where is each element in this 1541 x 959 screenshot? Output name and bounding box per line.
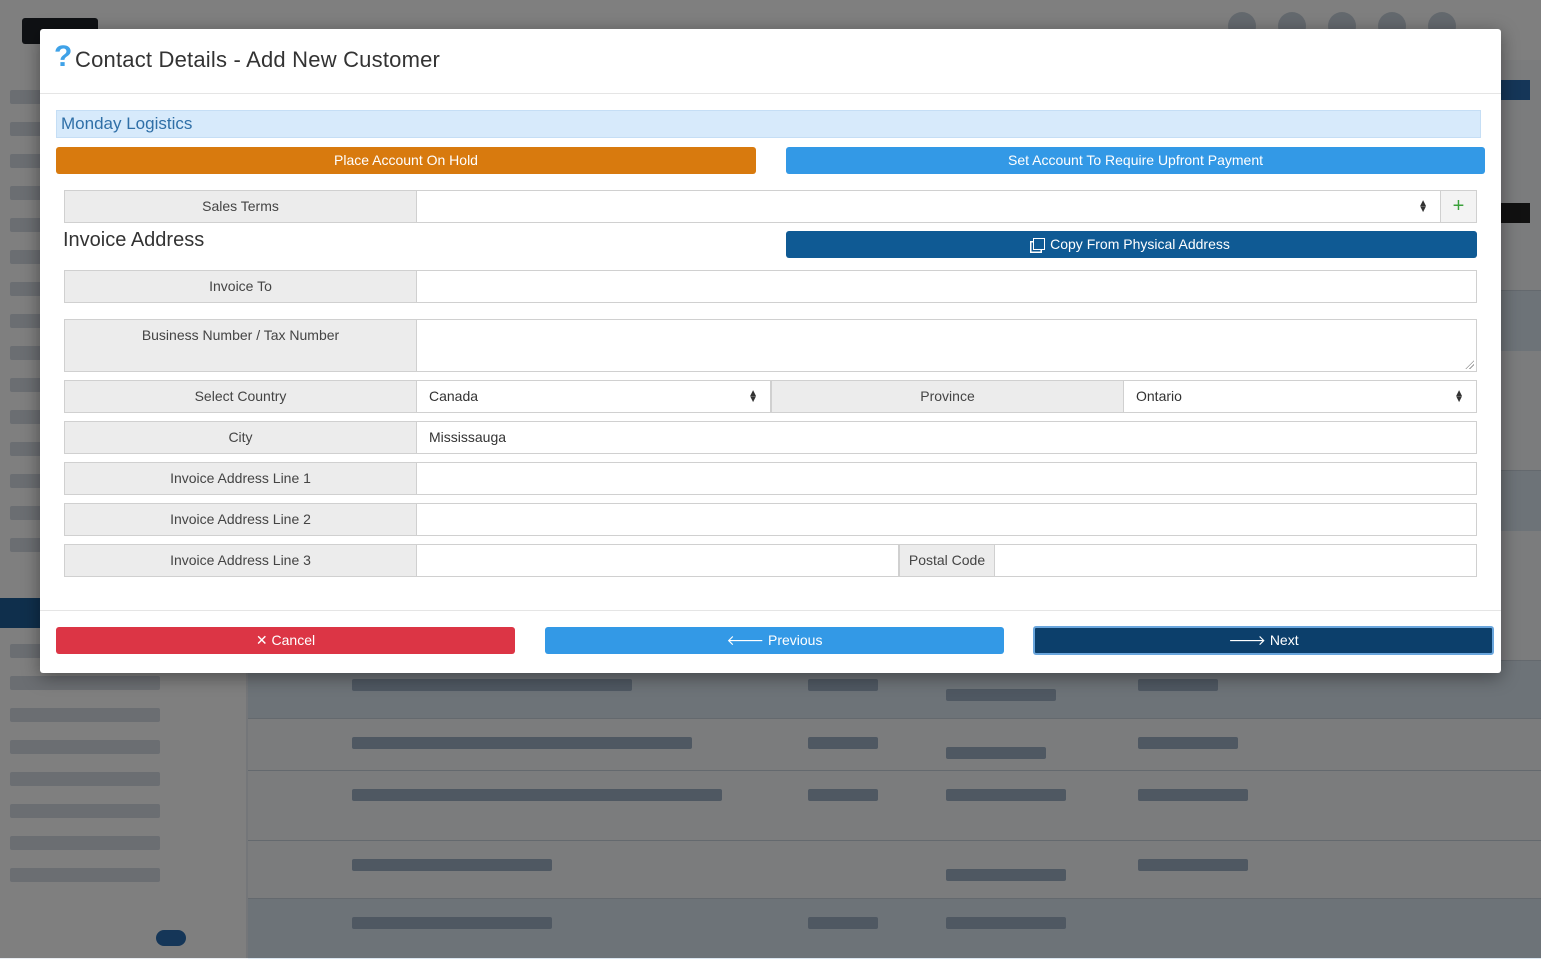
country-value: Canada bbox=[429, 388, 479, 404]
modal-title: Contact Details - Add New Customer bbox=[75, 47, 441, 72]
country-select[interactable]: Canada ▲ ▼ bbox=[416, 380, 771, 413]
sales-terms-label: Sales Terms bbox=[64, 190, 417, 223]
company-name-banner: Monday Logistics bbox=[56, 110, 1481, 138]
next-button[interactable]: 🡒 Next bbox=[1033, 626, 1494, 655]
place-account-on-hold-button[interactable]: Place Account On Hold bbox=[56, 147, 756, 174]
copy-address-label: Copy From Physical Address bbox=[1050, 236, 1230, 252]
resize-handle[interactable] bbox=[1465, 360, 1474, 369]
business-number-label: Business Number / Tax Number bbox=[64, 319, 417, 372]
sort-arrows-icon: ▲ ▼ bbox=[1454, 387, 1464, 405]
sort-arrows-icon: ▲ ▼ bbox=[1418, 197, 1428, 215]
province-value: Ontario bbox=[1136, 388, 1182, 404]
city-input[interactable]: Mississauga bbox=[416, 421, 1477, 454]
business-number-textarea[interactable] bbox=[416, 319, 1477, 372]
modal-header: ? Contact Details - Add New Customer bbox=[40, 29, 1501, 94]
province-select[interactable]: Ontario ▲ ▼ bbox=[1123, 380, 1477, 413]
sort-arrows-icon: ▲ ▼ bbox=[748, 387, 758, 405]
copy-from-physical-address-button[interactable]: Copy From Physical Address bbox=[786, 231, 1477, 258]
previous-button[interactable]: 🡐 Previous bbox=[545, 627, 1004, 654]
add-customer-modal: ? Contact Details - Add New Customer Mon… bbox=[40, 29, 1501, 673]
city-label: City bbox=[64, 421, 417, 454]
copy-icon bbox=[1033, 238, 1046, 250]
invoice-address-line2-input[interactable] bbox=[416, 503, 1477, 536]
plus-icon: + bbox=[1452, 195, 1465, 217]
invoice-address-line3-input[interactable] bbox=[416, 544, 899, 577]
require-upfront-payment-button[interactable]: Set Account To Require Upfront Payment bbox=[786, 147, 1485, 174]
postal-code-label: Postal Code bbox=[899, 544, 995, 577]
add-sales-terms-button[interactable]: + bbox=[1440, 190, 1477, 223]
postal-code-input[interactable] bbox=[994, 544, 1477, 577]
invoice-address-line2-label: Invoice Address Line 2 bbox=[64, 503, 417, 536]
invoice-to-label: Invoice To bbox=[64, 270, 417, 303]
cancel-button[interactable]: ✕ Cancel bbox=[56, 627, 515, 654]
invoice-address-heading: Invoice Address bbox=[63, 229, 205, 251]
invoice-address-line1-label: Invoice Address Line 1 bbox=[64, 462, 417, 495]
province-label: Province bbox=[771, 380, 1124, 413]
invoice-address-line3-label: Invoice Address Line 3 bbox=[64, 544, 417, 577]
invoice-address-line1-input[interactable] bbox=[416, 462, 1477, 495]
select-country-label: Select Country bbox=[64, 380, 417, 413]
invoice-to-input[interactable] bbox=[416, 270, 1477, 303]
question-mark-icon[interactable]: ? bbox=[54, 39, 72, 75]
sales-terms-select[interactable]: ▲ ▼ bbox=[416, 190, 1441, 223]
modal-footer-divider bbox=[40, 610, 1501, 611]
